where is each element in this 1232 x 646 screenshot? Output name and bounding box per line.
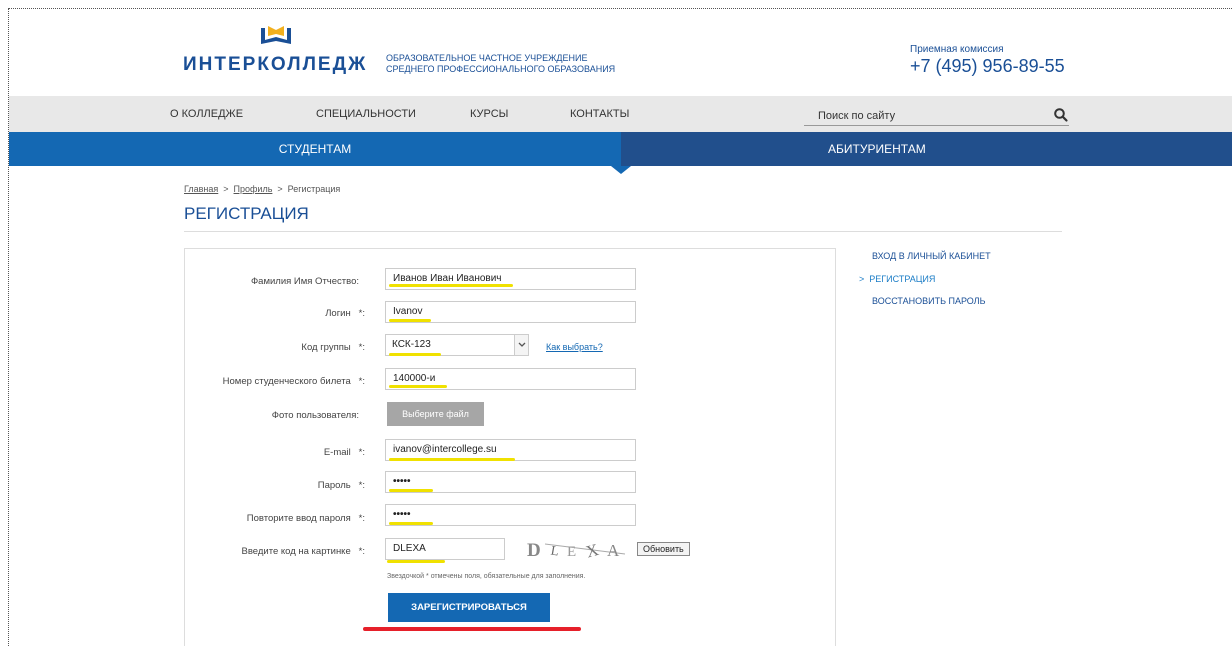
select-arrow [514,335,528,355]
breadcrumb-current: Регистрация [287,184,341,194]
svg-text:E: E [567,544,576,560]
book-logo-icon [261,26,291,44]
password-repeat-label: Повторите ввод пароля *: [246,513,365,524]
yellow-underline [389,319,431,322]
chevron-down-icon [518,342,526,347]
breadcrumb-home[interactable]: Главная [184,184,218,194]
title-divider [184,231,1062,232]
yellow-underline [389,385,447,388]
sidebar-item-restore[interactable]: ВОССТАНОВИТЬ ПАРОЛЬ [872,296,985,306]
site-search [804,106,1069,126]
fio-label: Фамилия Имя Отчество: [250,276,359,287]
breadcrumb-separator: > [223,184,229,194]
group-help-link[interactable]: Как выбрать? [546,342,603,352]
required-note: Звездочкой * отмечены поля, обязательные… [387,573,586,580]
email-label: E-mail *: [323,447,365,458]
admission-contact: Приемная комиссия +7 (495) 956-89-55 [910,44,1065,77]
register-button[interactable]: ЗАРЕГИСТРИРОВАТЬСЯ [388,593,550,622]
yellow-underline [389,458,515,461]
photo-label: Фото пользователя: [271,410,359,421]
captcha-image: D L E X A [527,540,626,560]
logo-text: ИНТЕРКОЛЛЕДЖ [183,54,368,75]
captcha-input[interactable]: DLEXA [385,538,505,560]
sidebar-item-register-label: РЕГИСТРАЦИЯ [869,274,936,284]
org-line-2: СРЕДНЕГО ПРОФЕССИОНАЛЬНОГО ОБРАЗОВАНИЯ [386,64,616,74]
tab-applicants-label: АБИТУРИЕНТАМ [828,142,926,156]
captcha-label: Введите код на картинке *: [241,546,366,557]
page-title: РЕГИСТРАЦИЯ [184,204,309,223]
ticket-label: Номер студенческого билета *: [222,376,365,387]
search-icon[interactable] [1053,107,1069,123]
nav-item-specialties[interactable]: СПЕЦИАЛЬНОСТИ [316,108,416,120]
top-navigation: О КОЛЛЕДЖЕ СПЕЦИАЛЬНОСТИ КУРСЫ КОНТАКТЫ [9,96,1232,132]
breadcrumb: Главная > Профиль > Регистрация [184,184,340,194]
nav-item-about[interactable]: О КОЛЛЕДЖЕ [170,108,243,120]
refresh-captcha-button[interactable]: Обновить [637,542,690,556]
nav-item-courses[interactable]: КУРСЫ [470,108,508,120]
yellow-underline [387,560,445,563]
organization-description: ОБРАЗОВАТЕЛЬНОЕ ЧАСТНОЕ УЧРЕЖДЕНИЕ СРЕДН… [386,53,615,75]
login-label: Логин *: [325,308,365,319]
sidebar-marker: > [859,274,865,284]
tab-students[interactable]: СТУДЕНТАМ [9,132,621,166]
admission-phone[interactable]: +7 (495) 956-89-55 [910,56,1065,77]
sidebar-item-register[interactable]: > РЕГИСТРАЦИЯ [859,274,935,284]
sidebar-item-login[interactable]: ВХОД В ЛИЧНЫЙ КАБИНЕТ [872,251,991,261]
group-select-value: КСК-123 [392,339,431,350]
breadcrumb-separator: > [277,184,283,194]
admission-label: Приемная комиссия [910,44,1004,55]
svg-text:A: A [607,541,620,560]
registration-form: Фамилия Имя Отчество: Иванов Иван Иванов… [184,248,836,646]
choose-file-button[interactable]: Выберите файл [387,402,484,426]
search-input[interactable] [804,107,1044,125]
yellow-underline [389,522,433,525]
nav-item-contacts[interactable]: КОНТАКТЫ [570,108,629,120]
yellow-underline [389,489,433,492]
tab-applicants[interactable]: АБИТУРИЕНТАМ [621,132,1232,166]
active-tab-notch [611,166,631,174]
yellow-underline [389,284,513,287]
svg-text:X: X [584,540,601,560]
org-line-1: ОБРАЗОВАТЕЛЬНОЕ ЧАСТНОЕ УЧРЕЖДЕНИЕ [386,53,588,63]
svg-text:L: L [550,542,560,558]
red-underline [363,627,581,631]
group-label: Код группы *: [301,342,365,353]
audience-bar: СТУДЕНТАМ АБИТУРИЕНТАМ [9,132,1232,174]
yellow-underline [389,353,441,356]
svg-text:D: D [527,540,541,560]
password-label: Пароль *: [317,480,365,491]
breadcrumb-profile[interactable]: Профиль [234,184,273,194]
